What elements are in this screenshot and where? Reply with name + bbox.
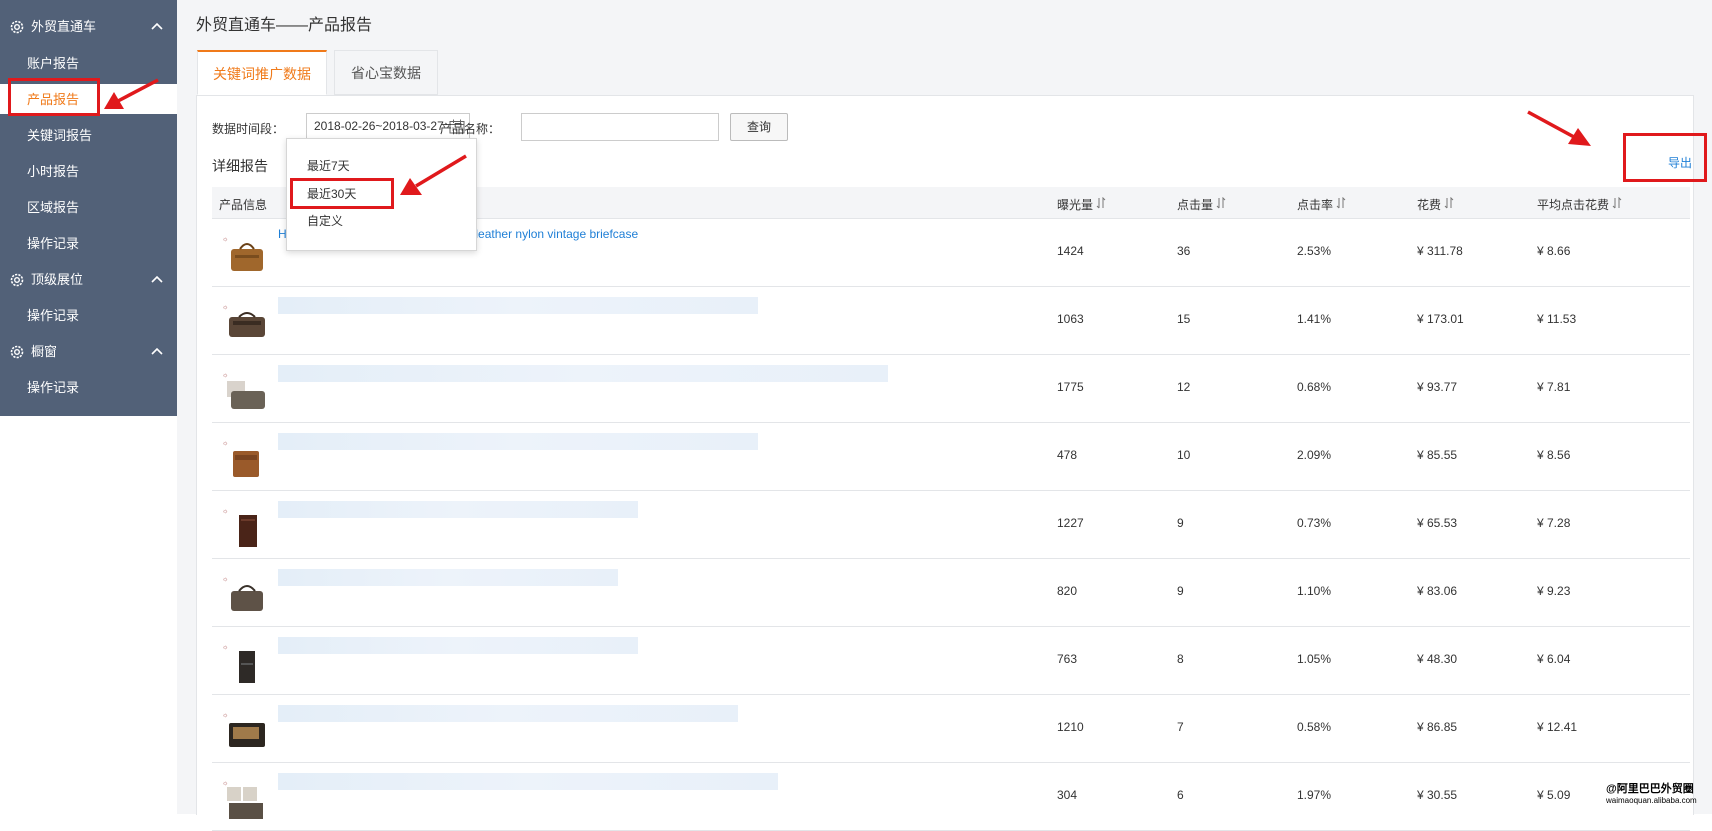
watermark: @阿里巴巴外贸圈 waimaoquan.alibaba.com xyxy=(1606,783,1697,806)
arrow-icon xyxy=(1527,110,1591,146)
annotation-arrows xyxy=(104,78,1591,195)
arrow-icon xyxy=(400,154,467,195)
tab-keyword-promotion[interactable]: 关键词推广数据 xyxy=(197,50,327,95)
arrow-icon xyxy=(104,78,159,109)
